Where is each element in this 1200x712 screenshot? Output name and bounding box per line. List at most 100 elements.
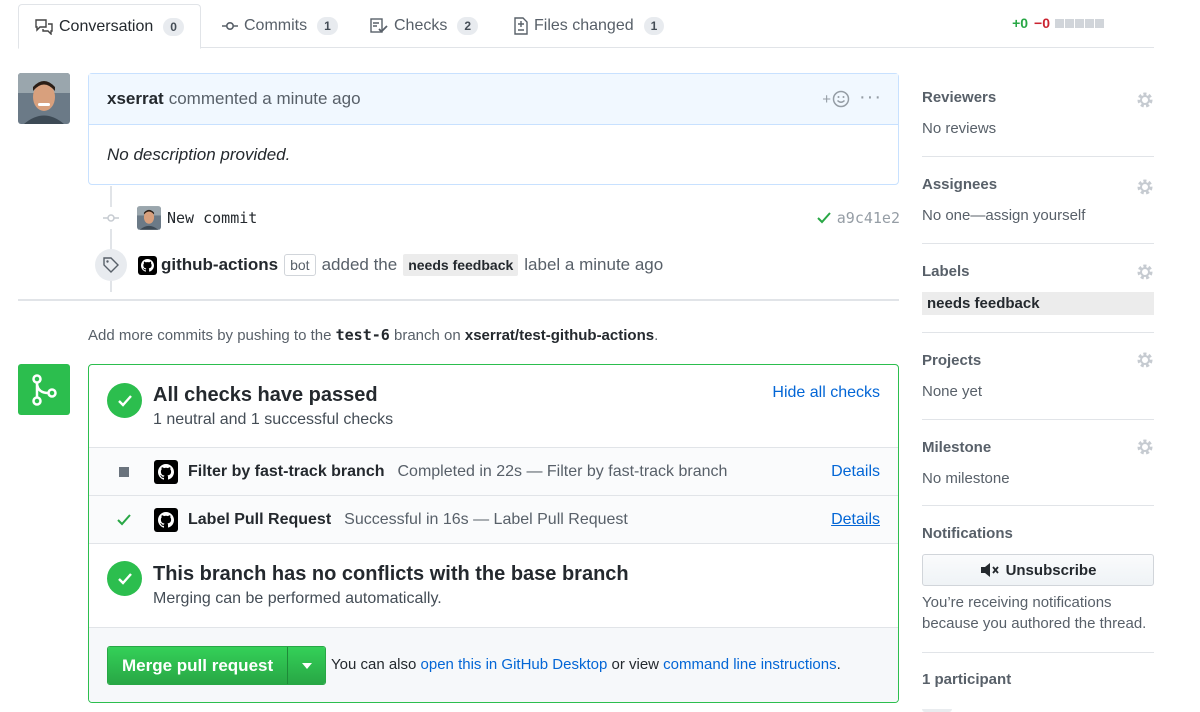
github-logo-icon — [154, 507, 178, 532]
diffstat-block — [1085, 18, 1094, 28]
add-reaction-button[interactable]: + — [822, 90, 850, 108]
diffstat: +0 −0 — [1012, 15, 1104, 31]
conflicts-subtitle: Merging can be performed automatically. — [153, 590, 442, 607]
merge-note-pre: You can also — [331, 656, 417, 673]
sidebar-projects: Projects None yet — [922, 333, 1154, 420]
tab-count: 2 — [457, 17, 479, 35]
tab-label: Files changed — [534, 17, 634, 34]
kebab-menu-icon[interactable]: ··· — [859, 86, 882, 109]
conflicts-section: This branch has no conflicts with the ba… — [89, 543, 898, 627]
sidebar-milestone: Milestone No milestone — [922, 420, 1154, 506]
bot-badge: bot — [284, 254, 316, 276]
avatar[interactable] — [137, 206, 161, 230]
check-details-link[interactable]: Details — [831, 511, 880, 529]
comment-discussion-icon — [35, 18, 53, 35]
tab-label: Checks — [394, 17, 448, 34]
unsubscribe-label: Unsubscribe — [1005, 561, 1097, 579]
event-action-post: label a minute ago — [524, 255, 664, 274]
sidebar-title: Milestone — [922, 439, 992, 456]
unsubscribe-button[interactable]: Unsubscribe — [922, 554, 1154, 586]
check-row: Filter by fast-track branch Completed in… — [89, 447, 898, 495]
merge-box: All checks have passed 1 neutral and 1 s… — [88, 364, 899, 703]
sidebar-value: No milestone — [922, 470, 1010, 487]
command-line-link[interactable]: command line instructions — [663, 656, 836, 673]
gear-icon[interactable] — [1136, 438, 1154, 456]
git-commit-icon — [100, 207, 122, 229]
notification-reason: You’re receiving notifications because y… — [922, 594, 1147, 632]
checklist-icon — [370, 18, 388, 34]
tab-conversation[interactable]: Conversation 0 — [18, 4, 201, 49]
tab-files-changed[interactable]: Files changed 1 — [498, 4, 680, 48]
tab-label: Conversation — [59, 17, 154, 35]
diffstat-additions: +0 — [1012, 15, 1029, 31]
tab-count: 1 — [317, 17, 338, 35]
comment-header: xserrat commented a minute ago + ··· — [89, 74, 898, 125]
sidebar-title: Reviewers — [922, 89, 997, 106]
commit-message[interactable]: New commit — [167, 209, 257, 227]
gear-icon[interactable] — [1136, 91, 1154, 109]
event-actor[interactable]: github-actions — [161, 255, 278, 275]
sidebar-title: Projects — [922, 352, 982, 369]
gear-icon[interactable] — [1136, 263, 1154, 281]
merge-footer: Merge pull request You can also open thi… — [89, 627, 898, 702]
timeline-label-event: github-actions bot added the needs feedb… — [95, 248, 895, 282]
push-note-pre: Add more commits by pushing to the — [88, 327, 332, 344]
check-details-link[interactable]: Details — [831, 463, 880, 481]
check-name: Label Pull Request — [188, 510, 332, 528]
github-logo-icon — [138, 255, 157, 275]
check-icon — [817, 212, 831, 224]
merge-options-button[interactable] — [287, 647, 326, 684]
sidebar-title: Labels — [922, 263, 970, 280]
gear-icon[interactable] — [1136, 351, 1154, 369]
neutral-status-icon — [119, 466, 129, 477]
github-logo-icon — [154, 459, 178, 484]
diffstat-block — [1055, 18, 1064, 28]
comment-author[interactable]: xserrat — [107, 89, 164, 109]
avatar[interactable] — [18, 73, 70, 124]
tab-commits[interactable]: Commits 1 — [206, 4, 354, 48]
sidebar-assignees: Assignees No one—assign yourself — [922, 157, 1154, 244]
mute-icon — [980, 563, 999, 577]
push-note-mid: branch on — [393, 327, 461, 344]
sidebar-title: Notifications — [922, 525, 1013, 542]
sidebar-value: No reviews — [922, 120, 997, 137]
check-name: Filter by fast-track branch — [188, 462, 385, 480]
github-desktop-link[interactable]: open this in GitHub Desktop — [421, 656, 608, 673]
comment-body: No description provided. — [107, 145, 291, 164]
push-note: Add more commits by pushing to the test-… — [88, 326, 658, 344]
check-icon — [117, 513, 131, 525]
sidebar-title: Assignees — [922, 176, 998, 193]
event-action: added the — [321, 255, 398, 274]
reaction-plus: + — [822, 90, 831, 108]
participant-avatar[interactable] — [922, 704, 952, 712]
tab-count: 1 — [643, 17, 665, 35]
tab-checks[interactable]: Checks 2 — [354, 4, 494, 48]
diffstat-block — [1065, 18, 1074, 28]
hide-checks-link[interactable]: Hide all checks — [772, 384, 880, 402]
gear-icon[interactable] — [1136, 178, 1154, 196]
check-description: Completed in 22s — Filter by fast-track … — [397, 462, 728, 480]
sidebar-value[interactable]: No one—assign yourself — [922, 207, 1085, 224]
smiley-icon — [832, 90, 850, 108]
pr-tabs: Conversation 0 Commits 1 Checks 2 Files … — [18, 0, 1154, 49]
commit-sha: a9c41e2 — [817, 209, 900, 227]
git-commit-icon — [222, 20, 238, 32]
sidebar-participants: 1 participant — [922, 653, 1154, 712]
label-needs-feedback[interactable]: needs feedback — [403, 254, 519, 276]
timeline-commit: New commit a9c41e2 — [100, 203, 900, 233]
commit-sha-link[interactable]: a9c41e2 — [837, 209, 900, 227]
check-row: Label Pull Request Successful in 16s — L… — [89, 495, 898, 543]
timeline-divider — [18, 299, 899, 301]
label-needs-feedback[interactable]: needs feedback — [922, 292, 1154, 315]
check-description: Successful in 16s — Label Pull Request — [344, 510, 628, 528]
tag-icon — [95, 249, 127, 281]
branch-name: test-6 — [335, 326, 390, 344]
checks-subtitle: 1 neutral and 1 successful checks — [153, 411, 394, 428]
diffstat-block — [1075, 18, 1084, 28]
merge-pull-request-button[interactable]: Merge pull request — [108, 647, 288, 684]
check-circle-icon — [107, 383, 142, 418]
sidebar-title: 1 participant — [922, 671, 1012, 688]
diffstat-block — [1095, 18, 1104, 28]
diffstat-deletions: −0 — [1034, 15, 1050, 31]
comment-action: commented a minute ago — [168, 89, 361, 108]
